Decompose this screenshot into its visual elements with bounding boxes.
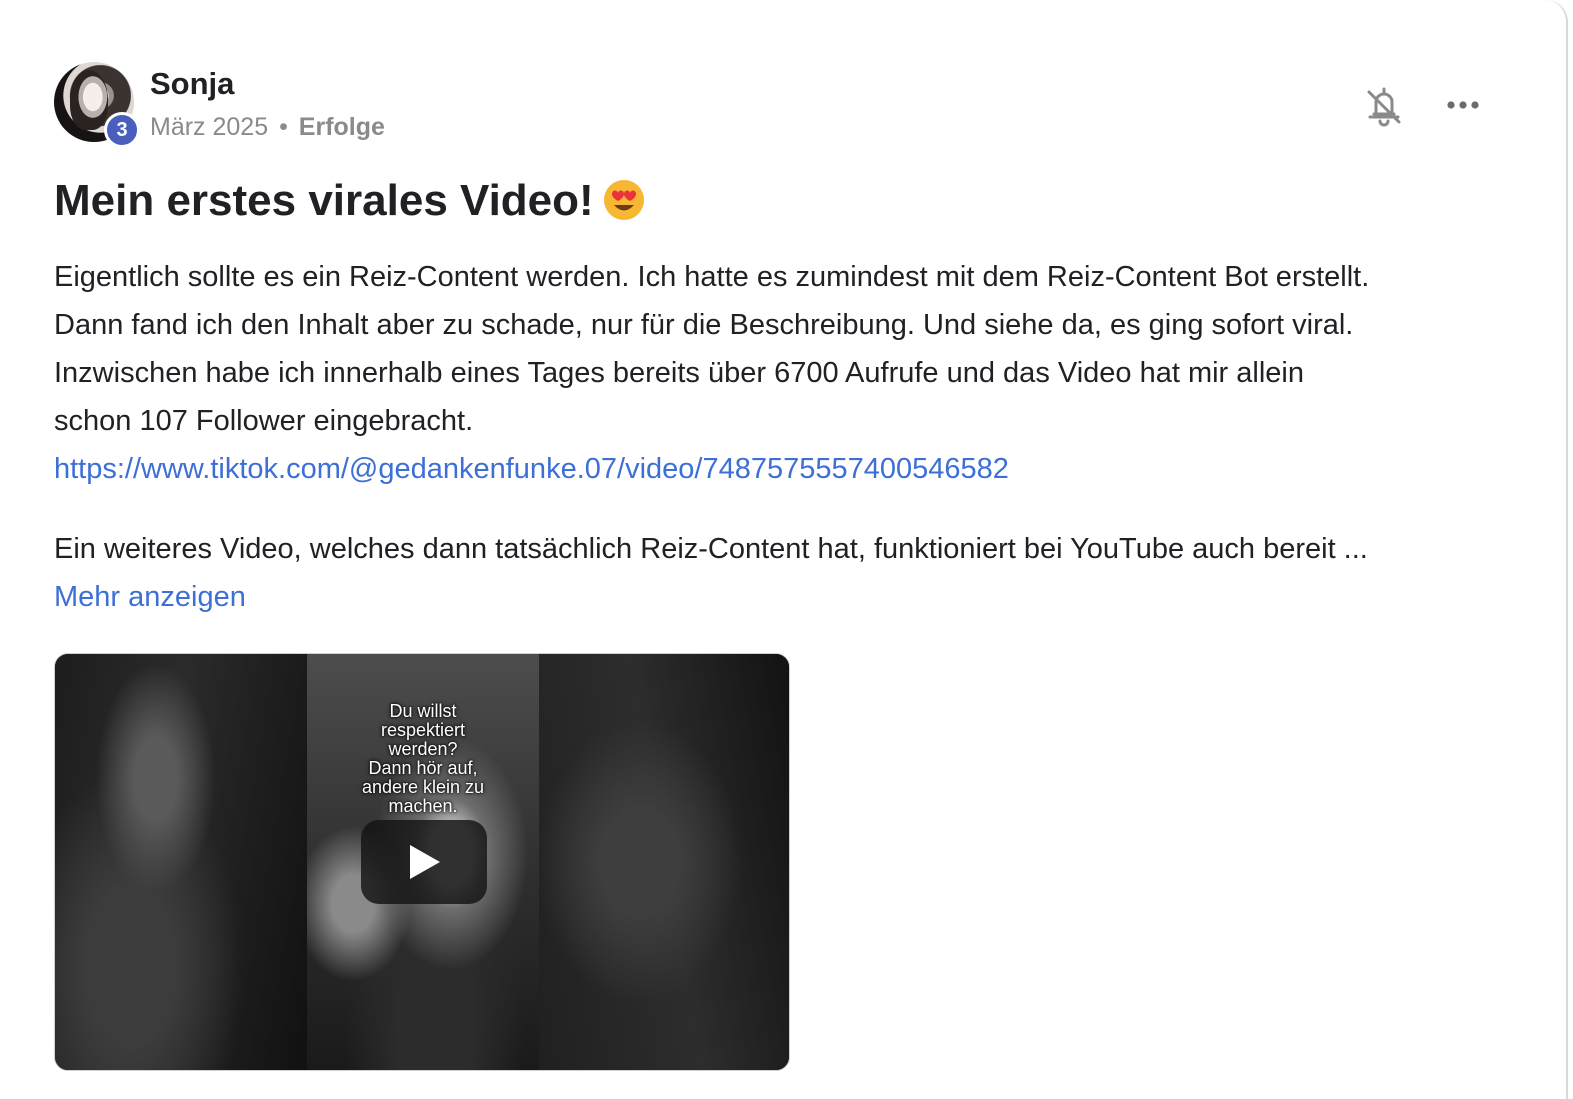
post-body-line: Inzwischen habe ich innerhalb eines Tage… [54,357,1304,389]
show-more-link[interactable]: Mehr anzeigen [54,581,246,613]
author-avatar-group[interactable]: 3 [54,62,140,148]
post-body-line: Dann fand ich den Inhalt aber zu schade,… [54,309,1354,341]
post-date: März 2025 [150,113,269,141]
video-caption: Du willst respektiert werden? Dann hör a… [307,702,539,816]
post-title: Mein erstes virales Video! [54,176,646,226]
video-caption-line: Dann hör auf, [368,758,478,778]
video-caption-line: machen. [388,796,458,816]
level-badge: 3 [104,112,140,148]
video-caption-line: Du willst [389,701,457,721]
post-body-line: Eigentlich sollte es ein Reiz-Content we… [54,261,1370,293]
post-body-continued: Ein weiteres Video, welches dann tatsäch… [54,525,1514,621]
video-caption-line: werden? [388,739,458,759]
more-horizontal-icon[interactable] [1440,90,1486,120]
video-embed[interactable]: Du willst respektiert werden? Dann hör a… [54,653,790,1071]
post-body-line: schon 107 Follower eingebracht. [54,405,474,437]
heart-eyes-emoji-icon [602,178,646,222]
play-icon [410,845,440,879]
video-thumbnail-right [539,654,789,1070]
play-button[interactable] [361,820,487,904]
post-body-line: Ein weiteres Video, welches dann tatsäch… [54,533,1368,565]
post-title-text: Mein erstes virales Video! [54,176,594,225]
meta-separator: • [279,113,288,141]
tiktok-link[interactable]: https://www.tiktok.com/@gedankenfunke.07… [54,453,1009,485]
video-caption-line: respektiert [380,720,466,740]
post-card: 3 Sonja März 2025 • Erfolge Mein erstes … [0,0,1568,1099]
author-name[interactable]: Sonja [150,66,234,102]
post-body: Eigentlich sollte es ein Reiz-Content we… [54,253,1514,493]
video-caption-line: andere klein zu [361,777,485,797]
post-meta: März 2025 • Erfolge [150,113,385,142]
post-category[interactable]: Erfolge [299,113,385,141]
bell-off-icon[interactable] [1364,84,1404,128]
video-thumbnail-left [55,654,307,1070]
